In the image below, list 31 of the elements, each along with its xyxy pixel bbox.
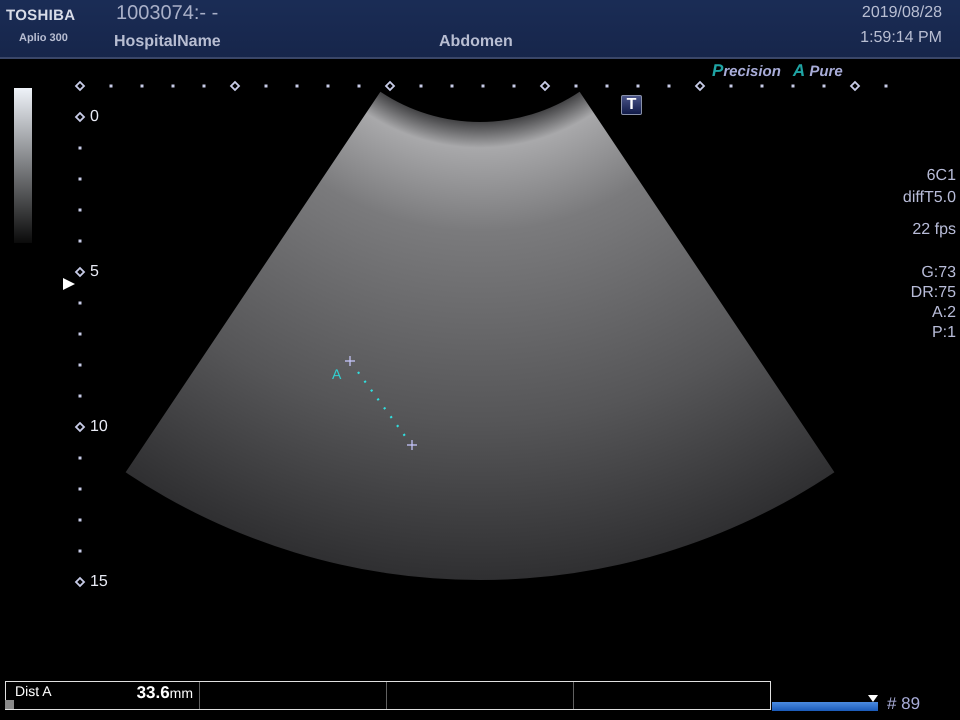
- exam-date: 2019/08/28: [862, 4, 942, 22]
- focus-marker-icon: [63, 278, 75, 290]
- parameter-text: P:1: [930, 323, 956, 343]
- model-name: Aplio 300: [18, 32, 69, 44]
- parameter-text: G:73: [920, 263, 956, 283]
- image-mode-label: A Pure: [792, 61, 843, 81]
- image-mode-label: Precision: [712, 61, 781, 81]
- patient-id: 1003074:- -: [115, 2, 220, 25]
- depth-label: 15: [89, 573, 109, 591]
- caliper-cross-icon: [406, 439, 418, 451]
- measurement-label: Dist A: [15, 683, 52, 699]
- parameter-text: 6C1: [926, 166, 956, 186]
- depth-label: 0: [89, 108, 100, 126]
- depth-label: 5: [89, 263, 100, 281]
- text-annotation-button[interactable]: T: [621, 95, 642, 115]
- frame-number: # 89: [887, 694, 920, 714]
- parameter-text: A:2: [930, 303, 956, 323]
- caliper-cross-icon: [344, 355, 356, 367]
- caliper-label: A: [332, 366, 342, 382]
- brand-logo: TOSHIBA: [6, 7, 76, 24]
- parameter-text: 22 fps: [911, 220, 956, 240]
- depth-label: 10: [89, 418, 109, 436]
- parameter-text: diffT5.0: [902, 188, 956, 208]
- playhead-marker-icon: [868, 695, 878, 702]
- exam-time: 1:59:14 PM: [860, 29, 942, 47]
- hospital-name: HospitalName: [114, 33, 222, 51]
- measurement-line: [357, 371, 406, 437]
- parameter-text: DR:75: [910, 283, 956, 303]
- measurement-value: 33.6mm: [136, 683, 193, 703]
- corner-square-icon: [5, 700, 14, 709]
- exam-type: Abdomen: [439, 33, 513, 51]
